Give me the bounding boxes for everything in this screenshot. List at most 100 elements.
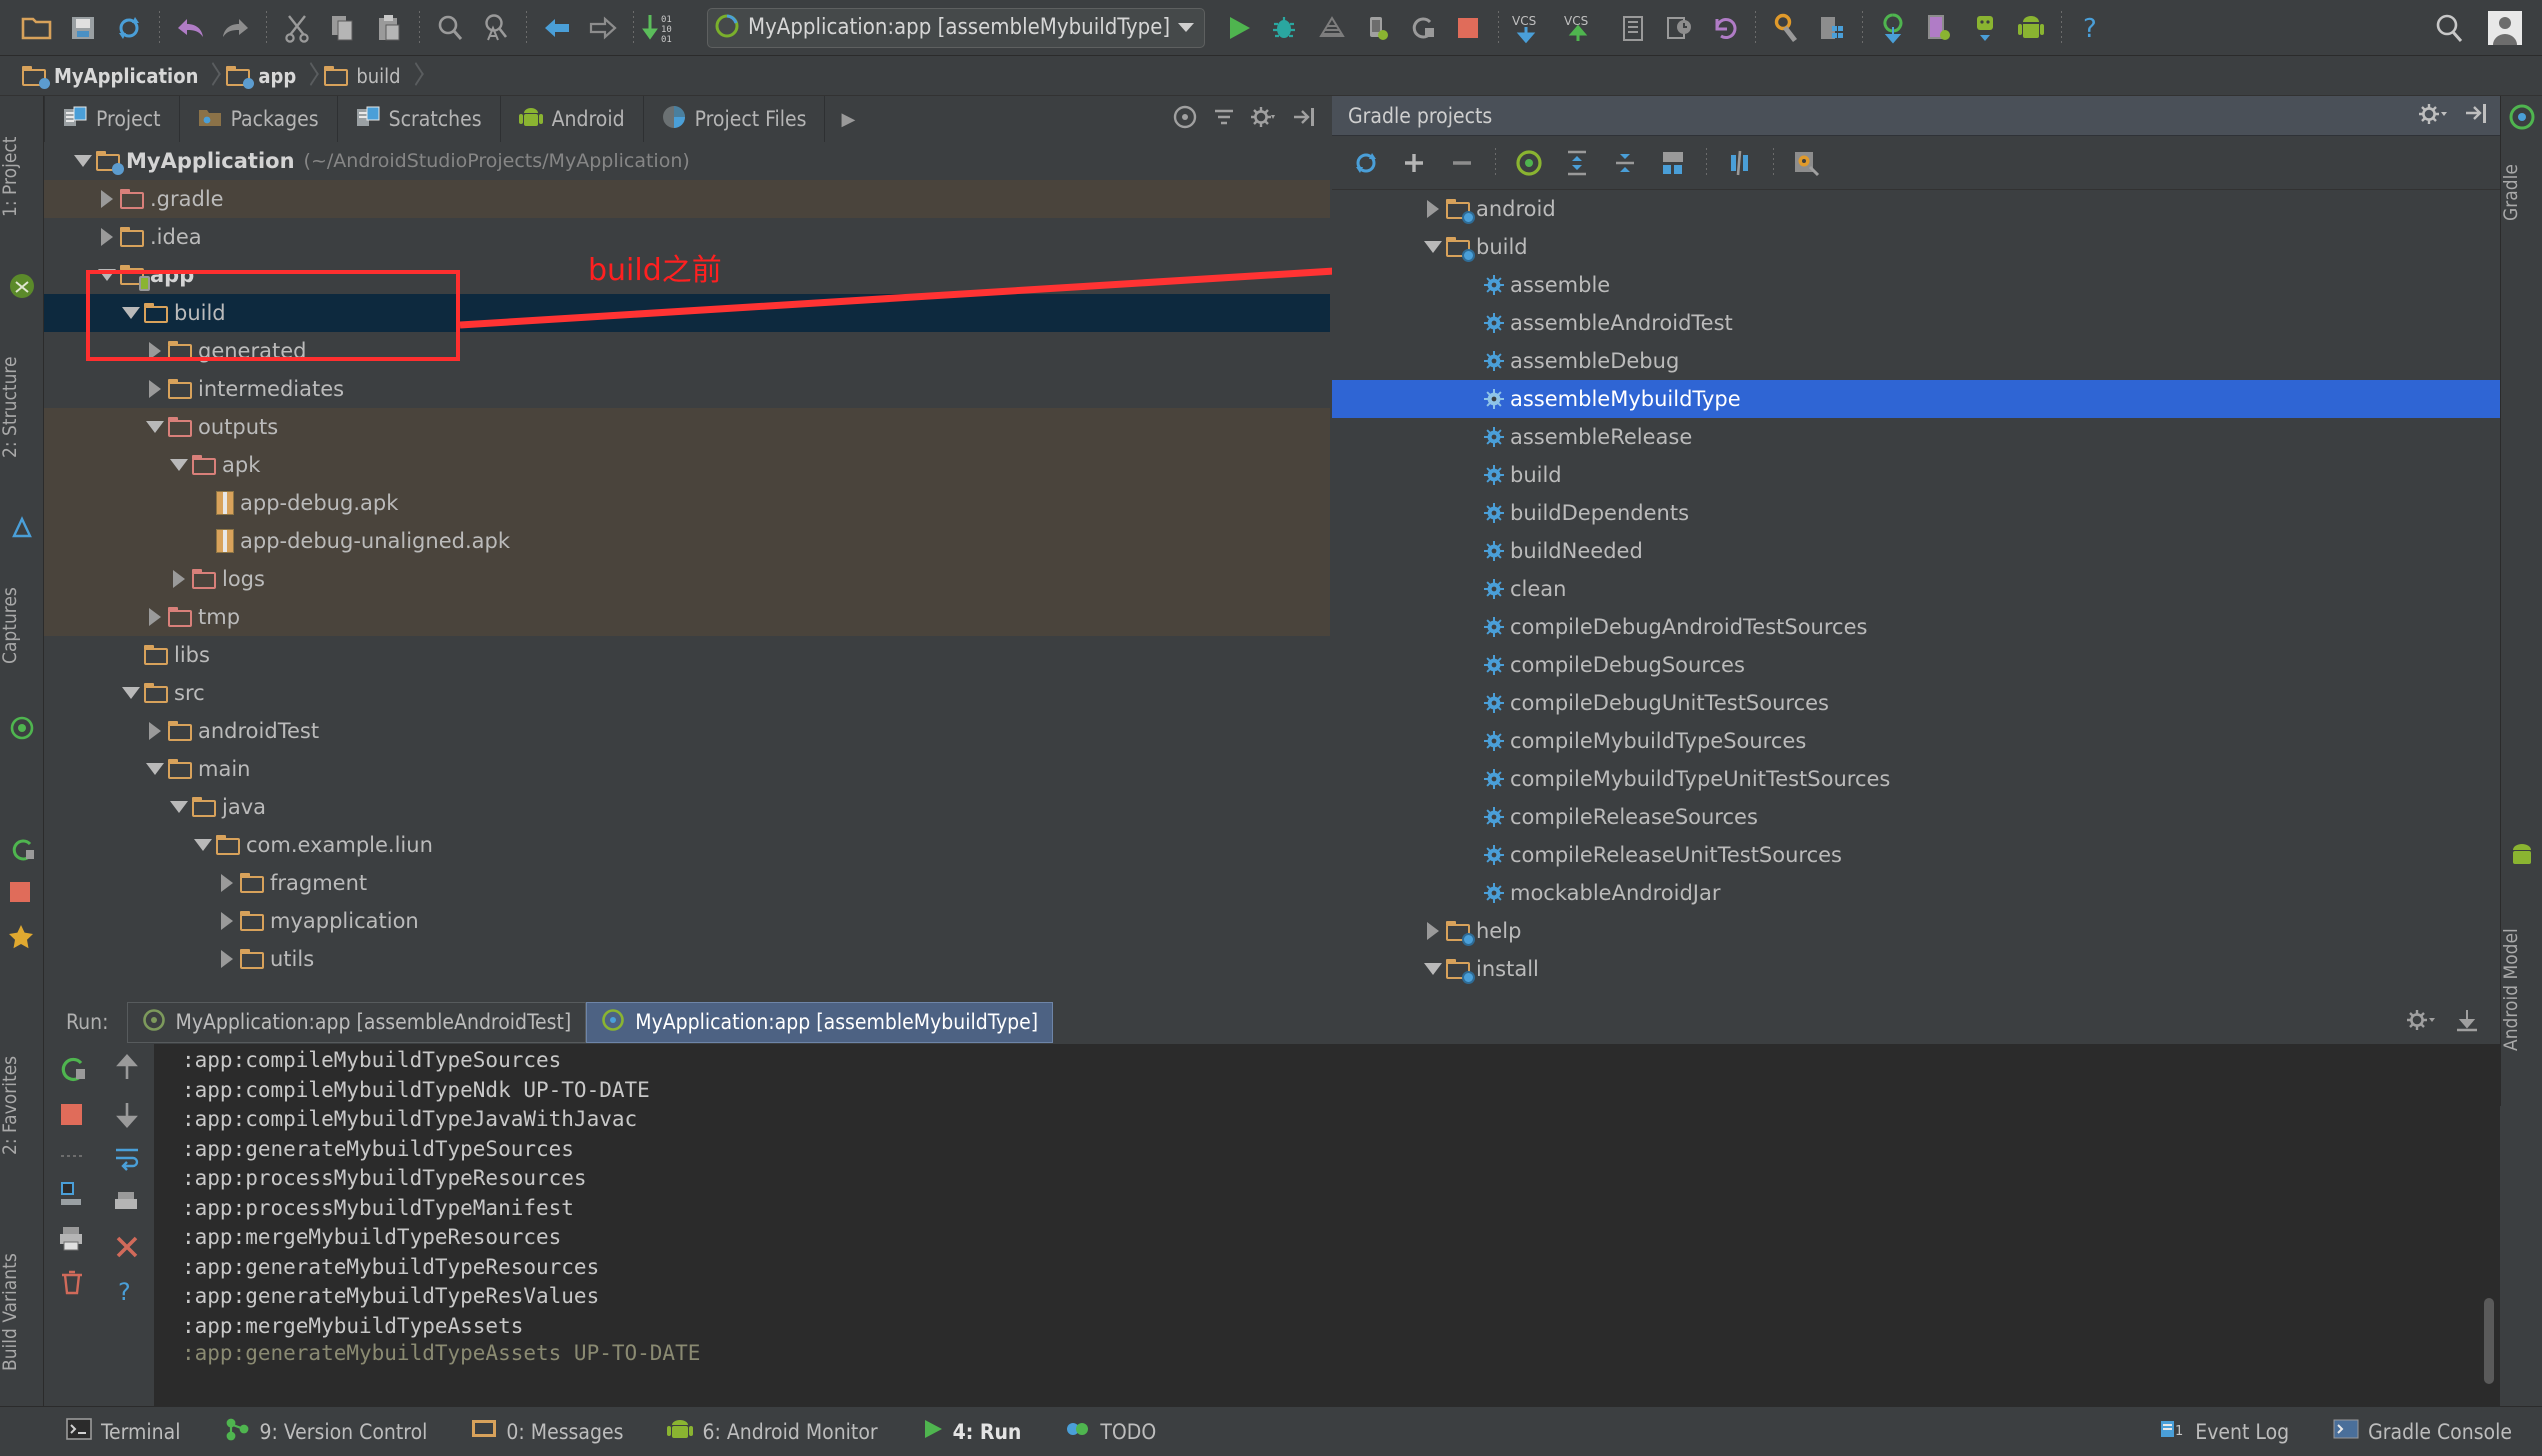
expand-arrow-icon[interactable] — [94, 228, 120, 246]
gradle-tree-row[interactable]: assembleRelease — [1332, 418, 2500, 456]
help-icon[interactable]: ? — [2069, 5, 2115, 51]
settings-gear-icon[interactable] — [2406, 1008, 2436, 1036]
sidebar-item-project[interactable]: 1: Project — [0, 102, 43, 252]
gradle-tree-row[interactable]: build — [1332, 456, 2500, 494]
sidebar-item-favorites[interactable]: 2: Favorites — [0, 1010, 43, 1200]
gradle-tree-row[interactable]: mockableAndroidJar — [1332, 874, 2500, 912]
gradle-tree-row[interactable]: compileReleaseSources — [1332, 798, 2500, 836]
expand-arrow-icon[interactable] — [214, 874, 240, 892]
expand-arrow-icon[interactable] — [142, 608, 168, 626]
rerun-side-icon[interactable] — [8, 836, 36, 868]
settings-gear-icon[interactable] — [2418, 102, 2448, 130]
collapse-arrow-icon[interactable] — [1420, 963, 1446, 975]
gradle-task-tree[interactable]: androidbuildassembleassembleAndroidTesta… — [1332, 190, 2500, 1000]
expand-arrow-icon[interactable] — [142, 342, 168, 360]
status-item-android-monitor[interactable]: 6: Android Monitor — [645, 1417, 899, 1446]
expand-arrow-icon[interactable] — [1420, 922, 1446, 940]
search-everywhere-icon[interactable] — [2426, 5, 2472, 51]
captures-icon[interactable] — [10, 716, 34, 744]
tree-row[interactable]: main — [44, 750, 1330, 788]
collapse-all-icon[interactable] — [1603, 141, 1647, 185]
gradle-tree-row[interactable]: help — [1332, 912, 2500, 950]
layout-inspector-icon[interactable] — [1870, 5, 1916, 51]
tree-row[interactable]: build — [44, 294, 1330, 332]
compile-icon[interactable]: 011001 — [641, 5, 701, 51]
rerun-icon[interactable] — [57, 1054, 87, 1088]
add-icon[interactable] — [1392, 141, 1436, 185]
tree-row[interactable]: com.example.liun — [44, 826, 1330, 864]
favorites-star-icon[interactable] — [8, 924, 34, 954]
gradle-tree-row[interactable]: assembleMybuildType — [1332, 380, 2500, 418]
gradle-tree-row[interactable]: compileReleaseUnitTestSources — [1332, 836, 2500, 874]
breadcrumb-item-myapplication[interactable]: MyApplication — [22, 64, 204, 88]
tree-row[interactable]: src — [44, 674, 1330, 712]
collapse-arrow-icon[interactable] — [118, 687, 144, 699]
gradle-tree-row[interactable]: assemble — [1332, 266, 2500, 304]
user-avatar-icon[interactable] — [2482, 5, 2528, 51]
tree-row[interactable]: app-debug.apk — [44, 484, 1330, 522]
tree-row[interactable]: androidTest — [44, 712, 1330, 750]
tree-row[interactable]: outputs — [44, 408, 1330, 446]
soft-wrap-icon[interactable] — [113, 1146, 141, 1176]
collapse-arrow-icon[interactable] — [70, 155, 96, 167]
gradle-tree-row[interactable]: buildDependents — [1332, 494, 2500, 532]
run-icon[interactable] — [1215, 5, 1261, 51]
gradle-tree-row[interactable]: build — [1332, 228, 2500, 266]
export-icon[interactable] — [2454, 1008, 2480, 1036]
collapse-arrow-icon[interactable] — [118, 307, 144, 319]
vcs-commit-icon[interactable]: VCS — [1558, 5, 1610, 51]
toggle-offline-icon[interactable] — [1718, 141, 1762, 185]
debug-icon[interactable] — [1261, 5, 1307, 51]
status-item-event-log[interactable]: 1 Event Log — [2138, 1418, 2311, 1445]
collapse-arrow-icon[interactable] — [166, 459, 192, 471]
save-all-icon[interactable] — [60, 5, 106, 51]
revert-icon[interactable] — [1702, 5, 1748, 51]
tree-row[interactable]: apk — [44, 446, 1330, 484]
chevron-down-icon[interactable] — [1178, 23, 1194, 32]
status-item-run[interactable]: 4: Run — [900, 1418, 1044, 1445]
tab-packages[interactable]: Packages — [180, 96, 338, 142]
status-item-version-control[interactable]: 9: Version Control — [202, 1417, 449, 1446]
collapse-arrow-icon[interactable] — [1420, 241, 1446, 253]
collapse-arrow-icon[interactable] — [94, 269, 120, 281]
tab-project-files[interactable]: Project Files — [644, 96, 826, 142]
expand-arrow-icon[interactable] — [214, 912, 240, 930]
stop-side-icon[interactable] — [8, 880, 34, 910]
android-project-icon[interactable] — [8, 272, 36, 304]
gradle-tree-row[interactable]: compileDebugSources — [1332, 646, 2500, 684]
tree-row[interactable]: fragment — [44, 864, 1330, 902]
status-item-terminal[interactable]: Terminal — [44, 1418, 202, 1445]
gradle-tree-row[interactable]: assembleAndroidTest — [1332, 304, 2500, 342]
gradle-tree-row[interactable]: compileMybuildTypeUnitTestSources — [1332, 760, 2500, 798]
collapse-arrow-icon[interactable] — [166, 801, 192, 813]
collapse-arrow-icon[interactable] — [190, 839, 216, 851]
open-folder-icon[interactable] — [14, 5, 60, 51]
group-modules-icon[interactable] — [1651, 141, 1695, 185]
android-icon[interactable] — [2008, 5, 2054, 51]
tree-row[interactable]: myapplication — [44, 902, 1330, 940]
tree-row[interactable]: MyApplication(~/AndroidStudioProjects/My… — [44, 142, 1330, 180]
refresh-icon[interactable] — [1344, 141, 1388, 185]
gradle-tree-row[interactable]: assembleDebug — [1332, 342, 2500, 380]
sidebar-item-android-model[interactable]: Android Model — [2500, 878, 2542, 1102]
scroll-to-end-icon[interactable] — [58, 1179, 86, 1211]
profile-icon[interactable] — [1353, 5, 1399, 51]
gradle-tree-row[interactable]: compileDebugUnitTestSources — [1332, 684, 2500, 722]
remove-icon[interactable] — [1440, 141, 1484, 185]
settings-icon[interactable] — [1250, 105, 1278, 133]
tree-row[interactable]: app-debug-unaligned.apk — [44, 522, 1330, 560]
avd-manager-icon[interactable] — [1809, 5, 1855, 51]
gradle-tree-row[interactable]: buildNeeded — [1332, 532, 2500, 570]
print-icon[interactable] — [58, 1225, 86, 1255]
status-item-gradle-console[interactable]: Gradle Console — [2311, 1418, 2542, 1445]
status-item-todo[interactable]: TODO — [1043, 1418, 1178, 1445]
paste-icon[interactable] — [366, 5, 412, 51]
structure-icon[interactable] — [10, 516, 34, 544]
copy-icon[interactable] — [320, 5, 366, 51]
expand-arrow-icon[interactable] — [94, 190, 120, 208]
sync-gradle-icon[interactable] — [1962, 5, 2008, 51]
down-icon[interactable] — [114, 1100, 140, 1132]
android-model-rail-icon[interactable] — [2509, 842, 2535, 872]
expand-arrow-icon[interactable] — [166, 570, 192, 588]
tree-row[interactable]: generated — [44, 332, 1330, 370]
